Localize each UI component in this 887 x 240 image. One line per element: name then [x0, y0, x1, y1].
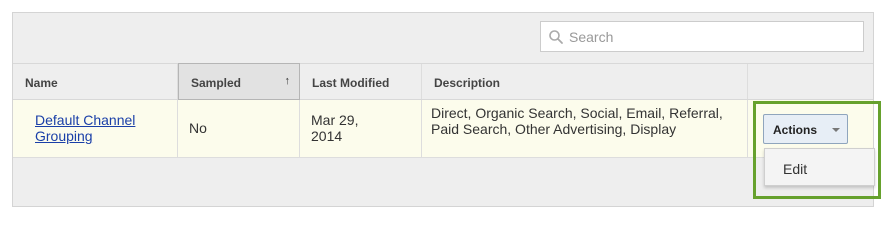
column-header-actions: [748, 64, 873, 99]
table-header: Name Sampled ↑ Last Modified Description: [13, 63, 873, 100]
column-header-description[interactable]: Description: [422, 64, 748, 99]
cell-name: Default Channel Grouping: [13, 100, 178, 157]
channel-groupings-panel: Name Sampled ↑ Last Modified Description…: [12, 12, 874, 207]
column-header-label: Last Modified: [312, 76, 390, 90]
column-header-name[interactable]: Name: [13, 64, 178, 99]
menu-item-label: Edit: [783, 161, 808, 177]
actions-dropdown-button[interactable]: Actions: [763, 114, 848, 144]
menu-item-edit[interactable]: Edit: [765, 149, 874, 185]
sort-ascending-icon: ↑: [284, 75, 291, 87]
search-box[interactable]: [540, 21, 864, 52]
actions-button-label: Actions: [773, 123, 818, 137]
column-header-label: Description: [434, 76, 501, 90]
search-icon: [549, 30, 563, 44]
search-input[interactable]: [569, 22, 859, 51]
chevron-down-icon: [832, 128, 840, 132]
column-header-label: Sampled: [191, 76, 242, 90]
sampled-value: No: [189, 120, 207, 136]
description-value: Direct, Organic Search, Social, Email, R…: [431, 105, 723, 137]
channel-grouping-link[interactable]: Default Channel Grouping: [35, 112, 160, 144]
table-row: Default Channel Grouping No Mar 29, 2014…: [13, 100, 873, 158]
column-header-label: Name: [25, 76, 58, 90]
cell-sampled: No: [178, 100, 300, 157]
actions-menu: Edit: [764, 148, 875, 186]
column-header-sampled[interactable]: Sampled ↑: [178, 63, 300, 100]
last-modified-value: Mar 29, 2014: [311, 112, 359, 144]
column-header-last-modified[interactable]: Last Modified: [300, 64, 422, 99]
cell-last-modified: Mar 29, 2014: [300, 100, 422, 157]
cell-description: Direct, Organic Search, Social, Email, R…: [422, 100, 748, 157]
